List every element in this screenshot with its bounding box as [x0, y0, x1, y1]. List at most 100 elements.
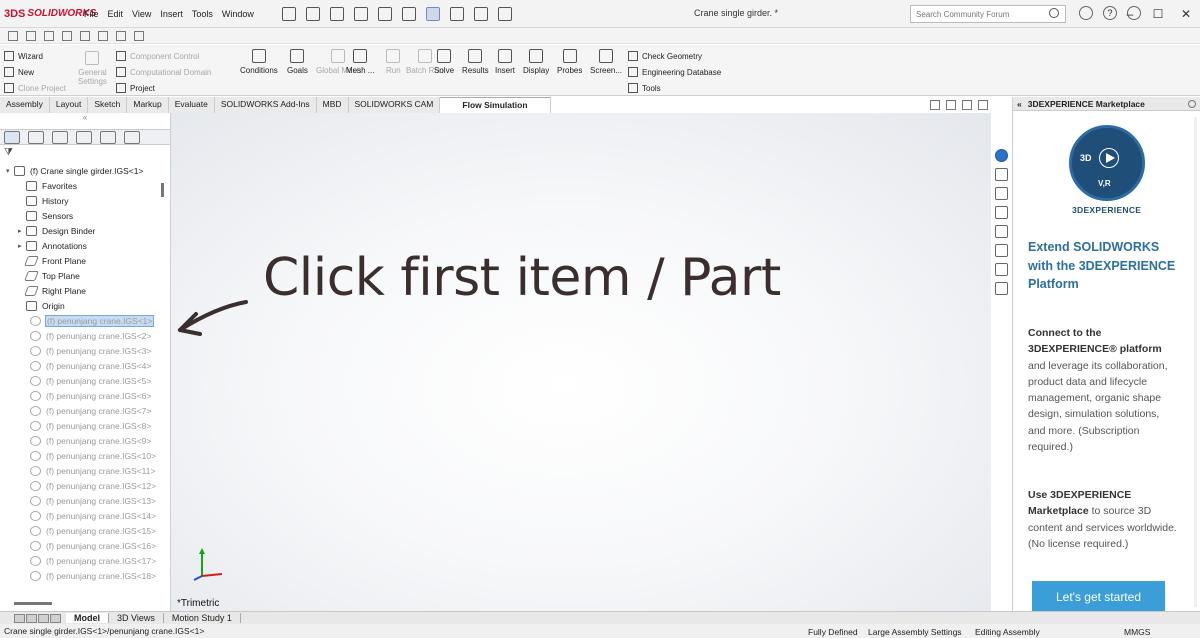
tab-sketch[interactable]: Sketch — [88, 97, 128, 113]
expand-icon[interactable]: ▾ — [6, 167, 14, 175]
tile-viewport-icon[interactable] — [946, 100, 956, 110]
forum-icon[interactable] — [994, 282, 1008, 295]
restore-viewport-icon[interactable] — [930, 100, 940, 110]
menu-tools[interactable]: Tools — [192, 9, 213, 19]
screen-button[interactable]: Screen... — [590, 49, 622, 75]
tree-part-14[interactable]: (f) penunjang crane.IGS<14> — [0, 508, 170, 523]
tree-part-18[interactable]: (f) penunjang crane.IGS<18> — [0, 568, 170, 583]
tab-mbd[interactable]: MBD — [316, 97, 349, 113]
maximize-button[interactable]: ☐ — [1144, 7, 1172, 21]
ribbon-item-new[interactable]: New — [4, 64, 66, 80]
ribbon-item-clone-project[interactable]: Clone Project — [4, 80, 66, 96]
view-settings-icon[interactable] — [134, 30, 144, 41]
status-units[interactable]: MMGS — [1124, 627, 1150, 637]
display-manager-tab-icon[interactable] — [100, 130, 116, 144]
tree-root-assembly[interactable]: ▾ (f) Crane single girder.IGS<1> — [0, 163, 170, 178]
tab-solidworks-cam[interactable]: SOLIDWORKS CAM — [348, 97, 441, 113]
tree-horizontal-scrollbar[interactable] — [14, 602, 52, 605]
solve-button[interactable]: Solve — [434, 49, 454, 75]
close-button[interactable]: ✕ — [1172, 7, 1200, 21]
filter-icon[interactable]: ⧩ — [0, 145, 170, 163]
appearances-icon[interactable] — [994, 244, 1008, 257]
bottom-tab-3d-views[interactable]: 3D Views — [109, 613, 164, 623]
tab-solidworks-add-ins[interactable]: SOLIDWORKS Add-Ins — [214, 97, 317, 113]
tab-evaluate[interactable]: Evaluate — [168, 97, 215, 113]
display-style-icon[interactable] — [62, 30, 72, 41]
view-orientation-icon[interactable] — [44, 30, 54, 41]
bottom-tab-model[interactable]: Model — [66, 613, 109, 623]
last-tab-icon[interactable] — [50, 613, 61, 623]
menu-edit[interactable]: Edit — [108, 9, 124, 19]
appearance-icon[interactable] — [98, 30, 108, 41]
save-icon[interactable] — [353, 6, 368, 21]
status-settings[interactable]: Large Assembly Settings — [868, 627, 962, 637]
menu-file[interactable]: File — [84, 9, 99, 19]
tree-scrollbar[interactable] — [161, 183, 164, 197]
minimize-button[interactable]: – — [1116, 7, 1144, 21]
tree-part-4[interactable]: (f) penunjang crane.IGS<4> — [0, 358, 170, 373]
tree-item-sensors[interactable]: Sensors — [0, 208, 170, 223]
resources-home-icon[interactable] — [994, 168, 1008, 181]
rebuild-icon[interactable] — [449, 6, 464, 21]
tree-part-12[interactable]: (f) penunjang crane.IGS<12> — [0, 478, 170, 493]
tab-assembly[interactable]: Assembly — [0, 97, 50, 113]
marketplace-scrollbar[interactable] — [1194, 117, 1197, 607]
probes-button[interactable]: Probes — [557, 49, 582, 75]
ribbon-item-project[interactable]: Project — [116, 80, 211, 96]
undo-icon[interactable] — [401, 6, 416, 21]
expand-icon[interactable]: ▸ — [18, 227, 26, 235]
run-button[interactable]: Run — [386, 49, 401, 75]
tree-part-11[interactable]: (f) penunjang crane.IGS<11> — [0, 463, 170, 478]
design-library-icon[interactable] — [994, 187, 1008, 200]
3dexperience-tab-icon[interactable] — [994, 149, 1008, 162]
tree-item-history[interactable]: History — [0, 193, 170, 208]
configuration-manager-tab-icon[interactable] — [52, 130, 68, 144]
tab-flow-simulation[interactable]: Flow Simulation — [440, 97, 551, 113]
search-icon[interactable] — [1049, 8, 1059, 18]
expand-icon[interactable]: ▸ — [18, 242, 26, 250]
tree-part-13[interactable]: (f) penunjang crane.IGS<13> — [0, 493, 170, 508]
custom-properties-icon[interactable] — [994, 263, 1008, 276]
select-pointer-icon[interactable] — [425, 6, 440, 21]
home-icon[interactable] — [281, 6, 296, 21]
hide-show-icon[interactable] — [80, 30, 90, 41]
collapse-chevron-icon[interactable]: « — [0, 113, 170, 129]
file-properties-icon[interactable] — [473, 6, 488, 21]
panel-collapse-icon[interactable]: « — [1017, 99, 1022, 109]
scene-icon[interactable] — [116, 30, 126, 41]
ribbon-item-wizard[interactable]: Wizard — [4, 48, 66, 64]
prev-tab-icon[interactable] — [26, 613, 37, 623]
file-explorer-icon[interactable] — [994, 206, 1008, 219]
menu-view[interactable]: View — [132, 9, 151, 19]
tree-item-favorites[interactable]: Favorites — [0, 178, 170, 193]
tree-part-9[interactable]: (f) penunjang crane.IGS<9> — [0, 433, 170, 448]
tree-part-17[interactable]: (f) penunjang crane.IGS<17> — [0, 553, 170, 568]
open-folder-icon[interactable] — [329, 6, 344, 21]
first-tab-icon[interactable] — [14, 613, 25, 623]
tree-part-2[interactable]: (f) penunjang crane.IGS<2> — [0, 328, 170, 343]
bottom-tab-motion-study-1[interactable]: Motion Study 1 — [164, 613, 241, 623]
tree-item-front-plane[interactable]: Front Plane — [0, 253, 170, 268]
zoom-icon[interactable] — [8, 30, 18, 41]
tree-part-8[interactable]: (f) penunjang crane.IGS<8> — [0, 418, 170, 433]
tree-part-5[interactable]: (f) penunjang crane.IGS<5> — [0, 373, 170, 388]
insert-button[interactable]: Insert — [495, 49, 515, 75]
tree-item-origin[interactable]: Origin — [0, 298, 170, 313]
menu-insert[interactable]: Insert — [160, 9, 183, 19]
maximize-viewport-icon[interactable] — [962, 100, 972, 110]
conditions-button[interactable]: Conditions — [240, 49, 278, 75]
section-view-icon[interactable] — [26, 30, 36, 41]
tree-item-annotations[interactable]: ▸ Annotations — [0, 238, 170, 253]
general-settings-button[interactable]: General Settings — [78, 51, 107, 86]
pin-icon[interactable] — [1188, 99, 1196, 108]
tree-item-top-plane[interactable]: Top Plane — [0, 268, 170, 283]
user-icon[interactable] — [1079, 6, 1093, 20]
solidworks-logo[interactable]: 3DS SOLIDWORKS — [4, 8, 96, 20]
ribbon-item-check-geometry[interactable]: Check Geometry — [628, 48, 721, 64]
tree-part-16[interactable]: (f) penunjang crane.IGS<16> — [0, 538, 170, 553]
options-gear-icon[interactable] — [497, 6, 512, 21]
search-input[interactable]: Search Community Forum — [910, 5, 1066, 23]
menu-window[interactable]: Window — [222, 9, 254, 19]
close-viewport-icon[interactable] — [978, 100, 988, 110]
tab-markup[interactable]: Markup — [127, 97, 169, 113]
